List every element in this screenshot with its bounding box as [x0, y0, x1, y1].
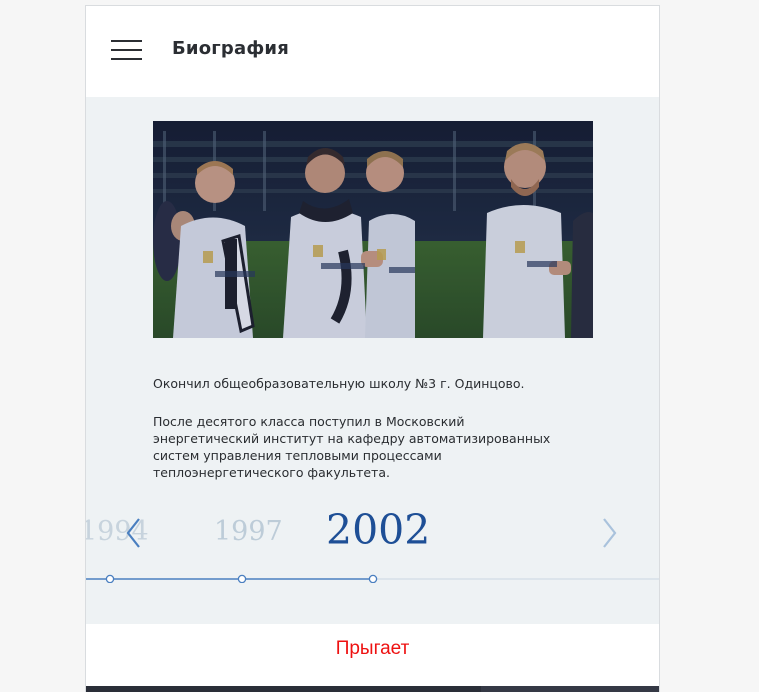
biography-paragraph: Окончил общеобразовательную школу №3 г. …	[153, 376, 525, 391]
phone-frame: Биография Окончил общеобразовательную шк…	[85, 5, 660, 692]
timeline-track	[86, 568, 659, 584]
biography-content: Окончил общеобразовательную школу №3 г. …	[86, 97, 659, 624]
year-carousel: 1994 1997 2002	[86, 497, 659, 557]
biography-text: Окончил общеобразовательную школу №3 г. …	[153, 375, 573, 502]
chevron-right-icon[interactable]	[599, 516, 619, 550]
team-photo	[153, 121, 593, 338]
header: Биография	[86, 6, 659, 97]
status-bar: Прыгает	[86, 624, 659, 686]
timeline-dot[interactable]	[105, 574, 115, 584]
page-title: Биография	[172, 38, 289, 59]
timeline-dot-active[interactable]	[368, 574, 378, 584]
status-text: Прыгает	[335, 638, 410, 659]
bottom-bar	[86, 686, 659, 692]
biography-paragraph: После десятого класса поступил в Московс…	[153, 414, 551, 480]
year-current: 2002	[326, 506, 431, 554]
timeline-dot[interactable]	[237, 574, 247, 584]
year-item[interactable]: 1997	[214, 516, 283, 547]
hamburger-menu-icon[interactable]	[111, 40, 143, 62]
chevron-left-icon[interactable]	[124, 516, 144, 550]
